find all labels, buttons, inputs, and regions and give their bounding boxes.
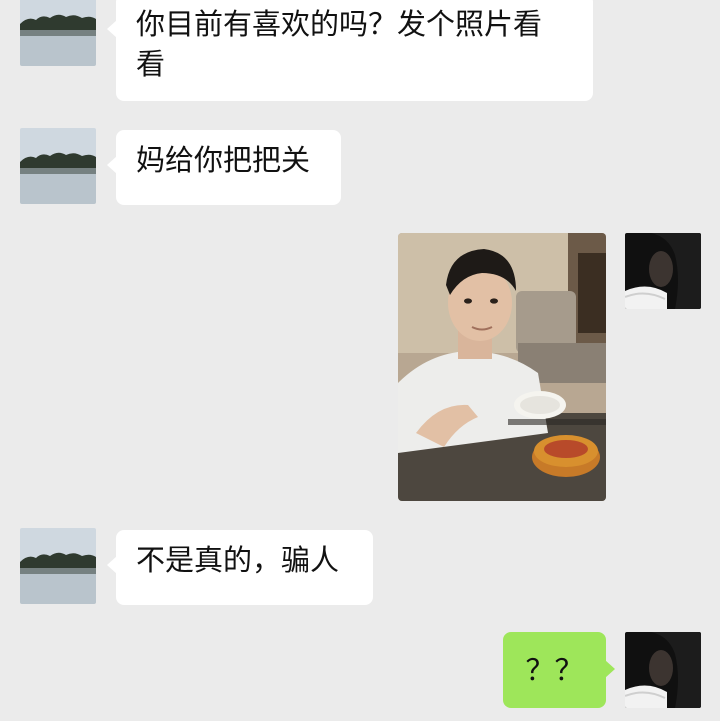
- photo-of-young-man-with-cake-icon: [398, 233, 606, 501]
- contact-avatar-icon[interactable]: [20, 128, 96, 204]
- message-text: 不是真的，骗人: [136, 543, 340, 577]
- message-bubble-outgoing[interactable]: ？？: [503, 632, 615, 708]
- message-bubble-incoming[interactable]: 妈给你把把关: [107, 130, 341, 205]
- contact-avatar-icon[interactable]: [20, 528, 96, 604]
- message-text: ？？: [525, 653, 584, 687]
- message-text: 看: [136, 47, 166, 81]
- message-bubble-incoming[interactable]: 你目前有喜欢的吗？发个照片看 看: [107, 0, 593, 101]
- self-avatar-icon[interactable]: [625, 233, 701, 309]
- contact-avatar-icon[interactable]: [20, 0, 96, 66]
- self-avatar-icon[interactable]: [625, 632, 701, 708]
- message-text: 你目前有喜欢的吗？发个照片看: [136, 7, 543, 41]
- shared-photo[interactable]: [398, 233, 606, 501]
- message-bubble-incoming[interactable]: 不是真的，骗人: [107, 530, 373, 605]
- message-text: 妈给你把把关: [136, 143, 311, 177]
- chat-conversation: 你目前有喜欢的吗？发个照片看 看 妈给你把把关 不是真的，骗人 ？？: [0, 0, 720, 721]
